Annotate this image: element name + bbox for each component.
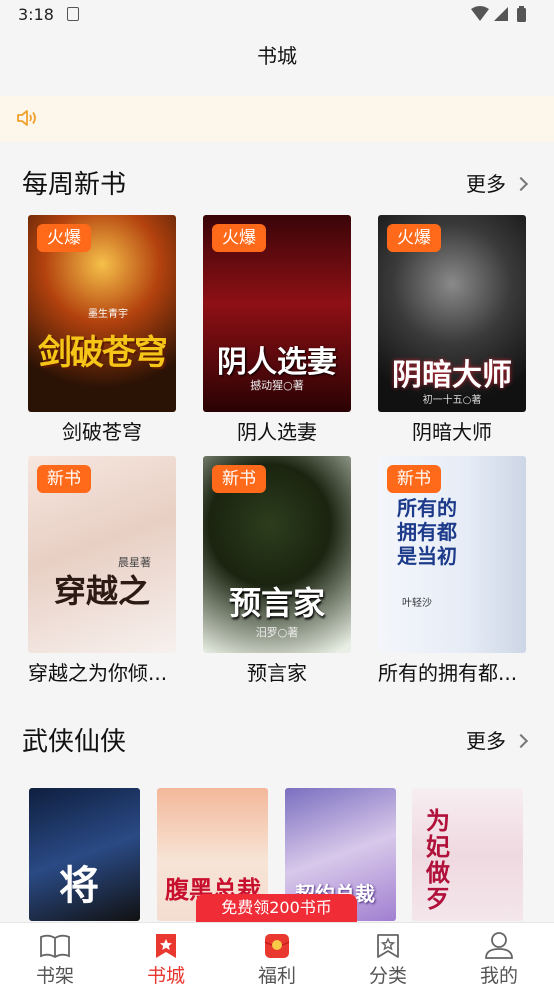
book-cover: 新书 穿越之 晨星著 bbox=[28, 456, 176, 653]
bottom-nav: 书架 书城 福利 分类 我的 bbox=[0, 922, 554, 984]
book-cover: 火爆 剑破苍穹 墨生青宇 bbox=[28, 215, 176, 412]
tab-category[interactable]: 分类 bbox=[333, 923, 443, 984]
signal-icons bbox=[471, 6, 526, 22]
book-name: 预言家 bbox=[247, 661, 307, 685]
cover-author: 汨罗○著 bbox=[255, 626, 299, 639]
book-card[interactable]: 新书 穿越之 晨星著 穿越之为你倾... bbox=[28, 456, 176, 686]
status-time: 3:18 bbox=[18, 5, 54, 24]
tab-welfare[interactable]: 福利 bbox=[222, 923, 332, 984]
clipboard-icon bbox=[67, 7, 79, 21]
tab-label: 福利 bbox=[257, 965, 296, 984]
book-cover: 新书 预言家 汨罗○著 bbox=[203, 456, 351, 653]
tab-label: 分类 bbox=[368, 965, 407, 984]
cover-title: 阴人选妻 bbox=[217, 345, 337, 380]
cover-author: 撼动猩○著 bbox=[250, 379, 304, 392]
cover-title: 剑破苍穹 bbox=[38, 333, 168, 373]
cover-author: 叶轻沙 bbox=[402, 598, 432, 609]
section-title-wuxia: 武侠仙侠 bbox=[22, 727, 127, 757]
hot-badge: 火爆 bbox=[212, 224, 266, 252]
tab-bookshelf[interactable]: 书架 bbox=[0, 923, 110, 984]
wuxia-more-button[interactable]: 更多 bbox=[466, 725, 529, 754]
section-title-weekly: 每周新书 bbox=[22, 170, 127, 200]
category-star-icon bbox=[333, 923, 443, 959]
weekly-more-button[interactable]: 更多 bbox=[466, 168, 529, 197]
page-title: 书城 bbox=[257, 44, 297, 68]
new-badge: 新书 bbox=[212, 465, 266, 493]
book-cover-thumb[interactable]: 为妃做歹 bbox=[412, 788, 523, 921]
book-name: 剑破苍穹 bbox=[62, 420, 142, 444]
book-card[interactable]: 新书 预言家 汨罗○著 预言家 bbox=[203, 456, 351, 686]
user-profile-icon bbox=[444, 923, 554, 959]
status-bar: 3:18 bbox=[0, 0, 554, 32]
free-coins-promo-button[interactable]: 免费领200书币 bbox=[196, 894, 357, 922]
more-label: 更多 bbox=[466, 172, 506, 196]
cover-title: 预言家 bbox=[228, 584, 325, 622]
cover-author: 晨星著 bbox=[118, 556, 151, 569]
book-card[interactable]: 火爆 阴人选妻 撼动猩○著 阴人选妻 bbox=[203, 215, 351, 445]
new-badge: 新书 bbox=[37, 465, 91, 493]
cover-title: 将 bbox=[59, 862, 99, 909]
cover-author: 初一十五○著 bbox=[422, 395, 482, 406]
book-cover-thumb[interactable]: 将 bbox=[29, 788, 140, 921]
book-card[interactable]: 新书 所有的拥有都是当初 叶轻沙 所有的拥有都... bbox=[378, 456, 526, 686]
new-badge: 新书 bbox=[387, 465, 441, 493]
hot-badge: 火爆 bbox=[387, 224, 441, 252]
book-card[interactable]: 火爆 阴暗大师 初一十五○著 阴暗大师 bbox=[378, 215, 526, 445]
star-bookmark-icon bbox=[111, 923, 221, 959]
chevron-right-icon bbox=[513, 733, 529, 749]
book-name: 所有的拥有都... bbox=[378, 661, 518, 685]
more-label: 更多 bbox=[466, 729, 506, 753]
tab-bookstore[interactable]: 书城 bbox=[111, 923, 221, 984]
book-name: 阴人选妻 bbox=[237, 420, 317, 444]
tab-label: 书城 bbox=[146, 965, 185, 984]
tab-label: 书架 bbox=[35, 965, 74, 984]
book-name: 穿越之为你倾... bbox=[28, 661, 168, 685]
book-cover: 新书 所有的拥有都是当初 叶轻沙 bbox=[378, 456, 526, 653]
cover-title: 为妃做歹 bbox=[426, 806, 450, 913]
hot-badge: 火爆 bbox=[37, 224, 91, 252]
book-name: 阴暗大师 bbox=[412, 420, 492, 444]
book-open-icon bbox=[0, 923, 110, 959]
notice-bar[interactable] bbox=[0, 96, 554, 142]
cover-title: 所有的拥有都是当初 bbox=[397, 496, 457, 568]
cover-author: 墨生青宇 bbox=[88, 309, 128, 320]
book-cover: 火爆 阴暗大师 初一十五○著 bbox=[378, 215, 526, 412]
red-envelope-icon bbox=[222, 923, 332, 959]
chevron-right-icon bbox=[513, 176, 529, 192]
tab-label: 我的 bbox=[479, 965, 518, 984]
speaker-icon bbox=[16, 108, 38, 132]
cover-title: 阴暗大师 bbox=[392, 358, 512, 393]
status-icons bbox=[470, 5, 532, 29]
cover-title: 穿越之 bbox=[53, 572, 150, 610]
tab-mine[interactable]: 我的 bbox=[444, 923, 554, 984]
book-cover: 火爆 阴人选妻 撼动猩○著 bbox=[203, 215, 351, 412]
book-card[interactable]: 火爆 剑破苍穹 墨生青宇 剑破苍穹 bbox=[28, 215, 176, 445]
